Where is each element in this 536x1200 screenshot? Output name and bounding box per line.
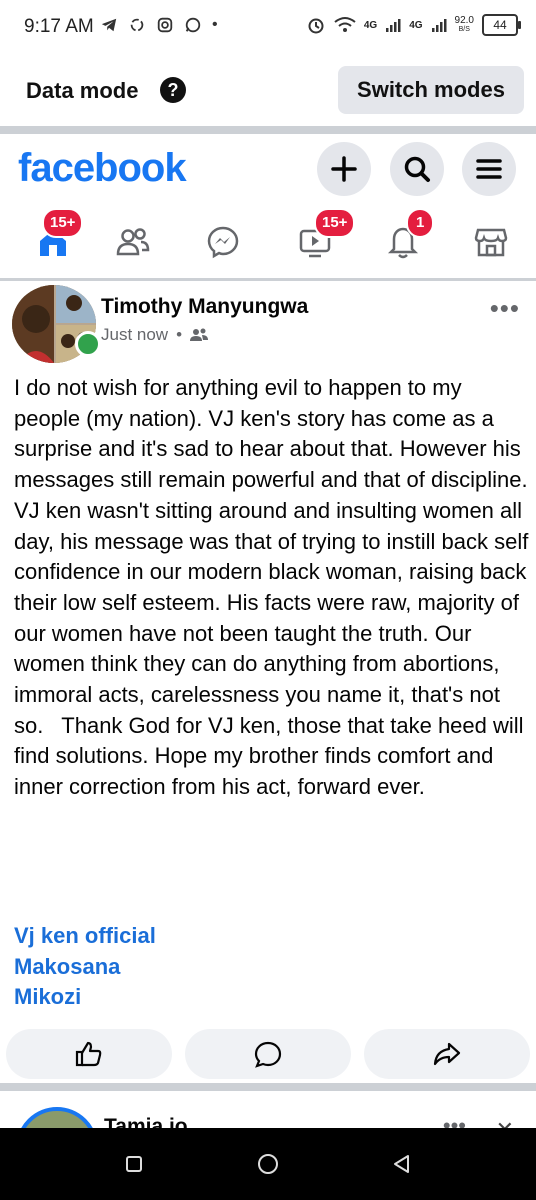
status-bar: 9:17 AM • 4G 4G 92.0 B/S 44: [0, 0, 536, 58]
friends-icon: [116, 228, 150, 256]
thumbs-up-icon: [75, 1041, 102, 1067]
facebook-logo[interactable]: facebook: [18, 146, 187, 191]
search-button[interactable]: [390, 142, 444, 196]
video-badge: 15+: [314, 208, 356, 238]
post-body: I do not wish for anything evil to happe…: [14, 375, 529, 800]
tab-messenger[interactable]: [188, 214, 258, 270]
like-button[interactable]: [6, 1029, 172, 1079]
tag-link[interactable]: Vj ken official: [14, 921, 156, 952]
next-post-author[interactable]: Tamia io: [104, 1115, 188, 1128]
meta-separator: •: [176, 325, 183, 344]
tag-link[interactable]: Makosana: [14, 952, 156, 983]
tab-notifications[interactable]: 1: [368, 208, 438, 270]
back-triangle-icon: [394, 1155, 409, 1173]
online-indicator: [75, 331, 101, 357]
network-label-2: 4G: [409, 19, 423, 31]
next-author-avatar[interactable]: [16, 1107, 98, 1128]
dot-icon: •: [212, 16, 218, 33]
notifications-badge: 1: [406, 208, 435, 238]
instagram-icon: [157, 17, 173, 33]
status-time: 9:17 AM: [24, 16, 94, 37]
next-feed-post: Tamia io ••• ✕: [0, 1091, 536, 1128]
share-icon: [433, 1042, 461, 1066]
marketplace-icon: [474, 228, 508, 257]
wifi-icon: [334, 17, 356, 32]
friends-audience-icon: [190, 328, 209, 341]
tab-marketplace[interactable]: [456, 214, 526, 270]
comment-icon: [254, 1041, 282, 1068]
divider: [0, 126, 536, 134]
close-icon[interactable]: ✕: [496, 1117, 514, 1128]
app-header: facebook 15+ 15+ 1: [0, 134, 536, 278]
switch-modes-button[interactable]: Switch modes: [338, 66, 524, 114]
status-system-icons: 4G 4G 92.0 B/S 44: [306, 14, 521, 36]
whatsapp-icon: [185, 17, 201, 33]
system-nav-bar: [0, 1128, 536, 1200]
menu-button[interactable]: [462, 142, 516, 196]
home-nav-button[interactable]: [248, 1148, 288, 1180]
circle-home-icon: [258, 1154, 278, 1174]
post-options-icon[interactable]: •••: [490, 293, 520, 324]
home-badge: 15+: [42, 208, 84, 238]
status-notification-icons: •: [100, 16, 218, 34]
comment-button[interactable]: [185, 1029, 351, 1079]
signal-icon: [386, 19, 401, 32]
share-button[interactable]: [364, 1029, 530, 1079]
plus-icon: [331, 156, 357, 182]
help-icon[interactable]: ?: [160, 77, 186, 103]
post-meta: Just now •: [101, 325, 209, 345]
back-button[interactable]: [382, 1148, 422, 1180]
recents-button[interactable]: [114, 1148, 154, 1180]
telegram-icon: [101, 18, 117, 32]
messenger-icon: [207, 226, 239, 259]
net-speed: 92.0 B/S: [454, 15, 474, 34]
sync-icon: [130, 18, 144, 32]
signal-icon-2: [431, 19, 447, 32]
battery-indicator: 44: [482, 14, 521, 36]
data-mode-label: Data mode: [26, 78, 139, 103]
feed-post: Timothy Manyungwa Just now • ••• I do no…: [0, 281, 536, 1081]
divider: [0, 1083, 536, 1091]
tab-friends[interactable]: [98, 214, 168, 270]
main-tabs: 15+ 15+ 1: [0, 208, 536, 272]
post-author[interactable]: Timothy Manyungwa: [101, 295, 308, 319]
tab-video[interactable]: 15+: [280, 208, 356, 270]
data-mode-bar: Data mode ? Switch modes: [0, 58, 536, 126]
search-icon: [404, 156, 430, 182]
post-tags: Vj ken official Makosana Mikozi: [14, 921, 156, 1013]
post-actions: [6, 1029, 530, 1079]
alarm-icon: [308, 18, 324, 34]
hamburger-icon: [476, 159, 502, 179]
post-time[interactable]: Just now: [101, 325, 168, 345]
tab-home[interactable]: 15+: [18, 208, 88, 270]
create-button[interactable]: [317, 142, 371, 196]
network-label-1: 4G: [363, 19, 378, 31]
recents-icon: [126, 1156, 142, 1172]
next-post-options-icon[interactable]: •••: [443, 1113, 466, 1128]
tag-link[interactable]: Mikozi: [14, 982, 156, 1013]
